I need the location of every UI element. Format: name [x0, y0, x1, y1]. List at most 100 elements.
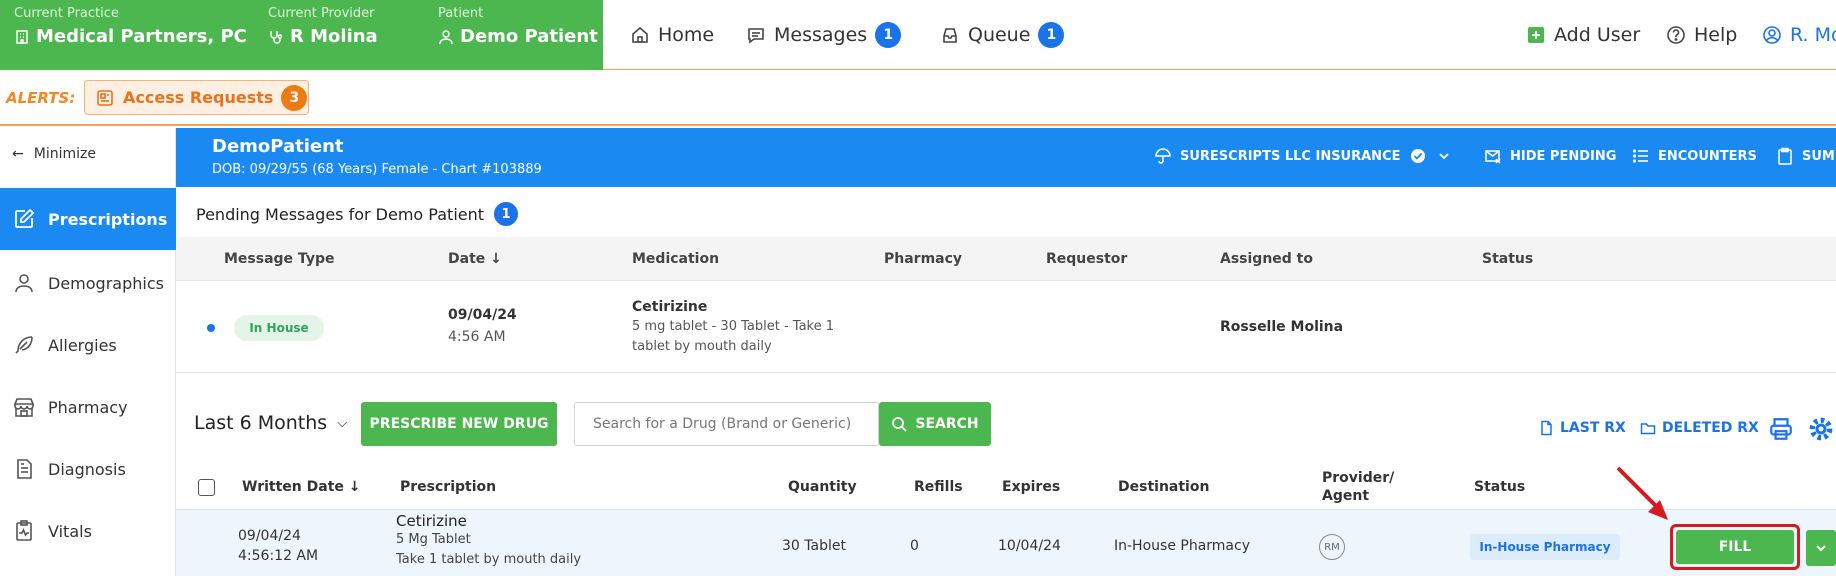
sidebar-item-label: Diagnosis — [48, 459, 126, 479]
alerts-title: ALERTS: — [6, 89, 76, 107]
sidebar-item-label: Allergies — [48, 335, 117, 355]
sidebar-item-diagnosis[interactable]: Diagnosis — [0, 438, 176, 500]
patient-header-name: DemoPatient — [212, 136, 344, 157]
pending-title-row: Pending Messages for Demo Patient 1 — [196, 202, 519, 226]
feather-icon — [15, 336, 33, 354]
column-medication[interactable]: Medication — [632, 251, 719, 267]
period-dropdown[interactable]: Last 6 Months ⌵ — [194, 412, 347, 434]
column-status[interactable]: Status — [1474, 479, 1525, 495]
access-requests-button[interactable]: Access Requests 3 — [84, 80, 309, 115]
prescribe-label: PRESCRIBE NEW DRUG — [369, 416, 549, 432]
column-pharmacy[interactable]: Pharmacy — [884, 251, 962, 267]
chevron-down-icon — [1438, 153, 1449, 160]
column-prescription[interactable]: Prescription — [400, 479, 496, 495]
hide-pending-button[interactable]: HIDE PENDING — [1484, 147, 1616, 165]
drug-search-input[interactable] — [574, 402, 879, 446]
add-user-label: Add User — [1554, 24, 1641, 46]
chevron-down-icon: ⌵ — [337, 415, 348, 431]
table-row[interactable]: 09/04/24 4:56:12 AM Cetirizine 5 Mg Tabl… — [176, 510, 1836, 576]
search-label: SEARCH — [915, 416, 979, 432]
chevron-down-icon — [1816, 545, 1826, 552]
prescription-toolbar: Last 6 Months ⌵ PRESCRIBE NEW DRUG SEARC… — [176, 374, 1836, 464]
document-icon — [17, 459, 32, 479]
column-provider-line2: Agent — [1322, 488, 1370, 504]
summary-label: SUMM — [1802, 148, 1836, 164]
mail-x-icon — [1485, 150, 1501, 164]
last-rx-button[interactable]: LAST RX — [1538, 420, 1626, 436]
home-icon — [632, 26, 648, 43]
column-expires[interactable]: Expires — [1002, 479, 1060, 495]
column-quantity[interactable]: Quantity — [788, 479, 857, 495]
patient-name: Demo Patient — [460, 26, 598, 47]
sort-arrow-icon: ↓ — [348, 479, 361, 495]
search-button[interactable]: SEARCH — [879, 402, 991, 446]
summary-button[interactable]: SUMM — [1776, 147, 1836, 165]
expires-value: 10/04/24 — [998, 538, 1061, 554]
patient-label: Patient — [438, 6, 484, 21]
message-time: 4:56 AM — [448, 329, 506, 345]
column-refills[interactable]: Refills — [914, 479, 963, 495]
fill-options-button[interactable] — [1806, 530, 1836, 566]
column-requestor[interactable]: Requestor — [1046, 251, 1127, 267]
message-type-badge: In House — [234, 315, 324, 341]
destination-value: In-House Pharmacy — [1114, 538, 1250, 554]
patient-header-details: DOB: 09/29/55 (68 Years) Female - Chart … — [212, 162, 542, 177]
nav-home[interactable]: Home — [630, 0, 714, 70]
column-message-type[interactable]: Message Type — [224, 251, 334, 267]
nav-queue-label: Queue — [968, 24, 1031, 46]
sidebar-item-pharmacy[interactable]: Pharmacy — [0, 376, 176, 438]
column-assigned-to[interactable]: Assigned to — [1220, 251, 1313, 267]
quantity-value: 30 Tablet — [782, 538, 846, 554]
current-provider[interactable]: Current Provider R Molina — [268, 6, 378, 47]
pending-title: Pending Messages for Demo Patient — [196, 204, 485, 224]
building-icon — [16, 29, 28, 44]
column-provider-line1[interactable]: Provider/ — [1322, 470, 1394, 486]
fill-button[interactable]: FILL — [1676, 530, 1794, 564]
table-row[interactable]: In House 09/04/24 4:56 AM Cetirizine 5 m… — [176, 281, 1836, 373]
column-date[interactable]: Date ↓ — [448, 251, 502, 267]
messages-count-badge: 1 — [875, 22, 902, 48]
minimize-button[interactable]: ← Minimize — [12, 146, 96, 162]
help-button[interactable]: Help — [1666, 0, 1737, 70]
pending-table-header: Message Type Date ↓ Medication Pharmacy … — [176, 237, 1836, 281]
sidebar-item-vitals[interactable]: Vitals — [0, 500, 176, 562]
document-list-icon — [97, 89, 113, 106]
sidebar-item-label: Prescriptions — [48, 209, 168, 229]
medication-detail-line2: tablet by mouth daily — [632, 339, 772, 354]
alerts-bar: ALERTS: Access Requests 3 — [0, 71, 1836, 126]
column-status[interactable]: Status — [1482, 251, 1533, 267]
gear-icon[interactable] — [1808, 416, 1834, 442]
sidebar-item-prescriptions[interactable]: Prescriptions — [0, 188, 176, 250]
sidebar-item-label: Vitals — [48, 521, 92, 541]
printer-icon[interactable] — [1768, 416, 1794, 442]
encounters-button[interactable]: ENCOUNTERS — [1632, 147, 1757, 165]
insurance-dropdown[interactable]: SURESCRIPTS LLC INSURANCE — [1154, 147, 1453, 165]
drug-name: Cetirizine — [396, 512, 467, 530]
access-requests-count-badge: 3 — [281, 84, 308, 111]
provider-name: R Molina — [290, 26, 378, 47]
select-all-checkbox[interactable] — [198, 479, 215, 496]
user-name: R. Mo — [1790, 24, 1836, 46]
hide-pending-label: HIDE PENDING — [1510, 148, 1617, 164]
current-practice[interactable]: Current Practice Medical Partners, PC — [14, 6, 247, 47]
minimize-label: Minimize — [33, 146, 96, 162]
nav-messages[interactable]: Messages 1 — [746, 0, 902, 70]
deleted-rx-button[interactable]: DELETED RX — [1640, 420, 1759, 436]
sidebar-item-demographics[interactable]: Demographics — [0, 252, 176, 314]
patient-header: DemoPatient DOB: 09/29/55 (68 Years) Fem… — [176, 128, 1836, 187]
nav-home-label: Home — [658, 24, 715, 46]
help-label: Help — [1694, 24, 1738, 46]
nav-queue[interactable]: Queue 1 — [940, 0, 1065, 70]
column-destination[interactable]: Destination — [1118, 479, 1209, 495]
sidebar-item-allergies[interactable]: Allergies — [0, 314, 176, 376]
add-user-button[interactable]: Add User — [1526, 0, 1640, 70]
column-written-date-label: Written Date — [242, 479, 344, 495]
current-patient[interactable]: Patient Demo Patient — [438, 6, 598, 47]
written-date: 09/04/24 — [238, 528, 301, 544]
user-menu[interactable]: R. Mo — [1762, 0, 1836, 70]
column-written-date[interactable]: Written Date ↓ — [242, 479, 361, 495]
assigned-to: Rosselle Molina — [1220, 319, 1344, 335]
message-icon — [748, 28, 764, 44]
prescribe-new-drug-button[interactable]: PRESCRIBE NEW DRUG — [361, 402, 557, 446]
sidebar-item-label: Demographics — [48, 273, 164, 293]
